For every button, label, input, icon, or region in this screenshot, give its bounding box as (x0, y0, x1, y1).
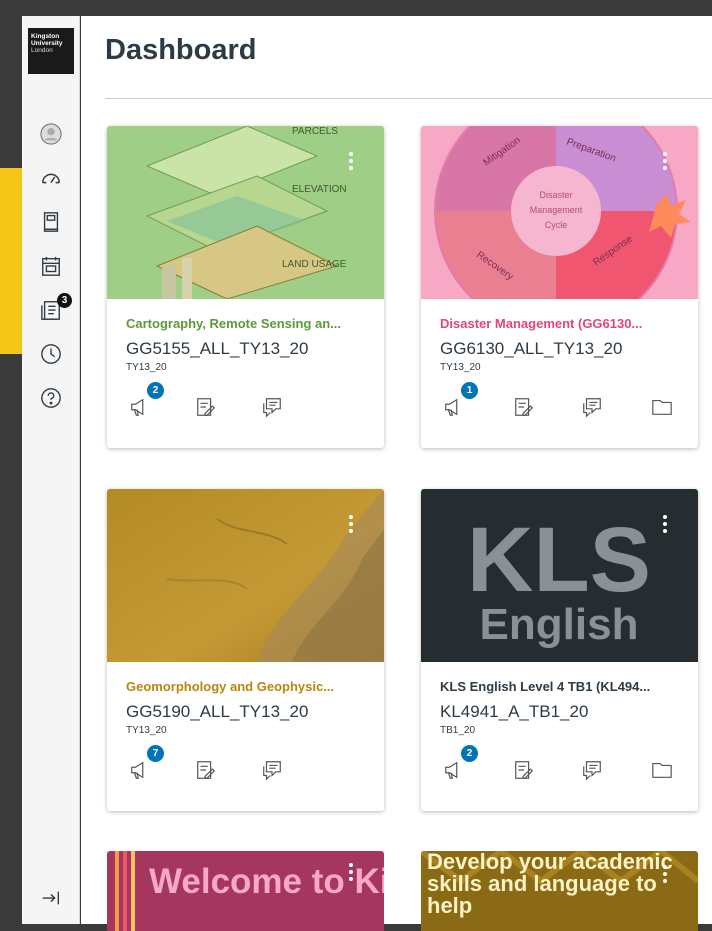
svg-text:PARCELS: PARCELS (292, 126, 338, 137)
global-nav: Kingston University London 3 (22, 16, 80, 924)
app-frame: Kingston University London 3 Dashboard P… (0, 0, 712, 931)
assignments-icon[interactable] (513, 759, 537, 783)
course-term: TY13_20 (126, 725, 167, 736)
card-options-icon[interactable] (662, 865, 668, 886)
course-code: GG6130_ALL_TY13_20 (440, 339, 623, 358)
course-code: KL4941_A_TB1_20 (440, 702, 589, 721)
course-card-image[interactable]: Disaster Management Cycle Mitigation Pre… (421, 126, 698, 299)
course-term: TY13_20 (440, 362, 481, 373)
course-card[interactable]: Disaster Management Cycle Mitigation Pre… (421, 126, 698, 448)
course-term: TY13_20 (126, 362, 167, 373)
svg-text:Disaster: Disaster (539, 190, 572, 200)
assignments-icon[interactable] (195, 759, 219, 783)
files-icon[interactable] (651, 759, 675, 783)
account-icon[interactable] (22, 114, 80, 154)
course-title[interactable]: Cartography, Remote Sensing an... (126, 316, 371, 331)
course-card-image[interactable]: KLS English (421, 489, 698, 662)
discussions-icon[interactable] (581, 396, 605, 420)
svg-text:KLS: KLS (467, 509, 651, 611)
course-term: TB1_20 (440, 725, 476, 736)
inbox-badge: 3 (57, 293, 72, 308)
help-icon[interactable] (22, 378, 80, 418)
courses-icon[interactable] (22, 202, 80, 242)
course-title[interactable]: KLS English Level 4 TB1 (KL494... (440, 679, 685, 694)
course-card[interactable]: KLS English KLS English Level 4 TB1 (KL4… (421, 489, 698, 811)
discussions-icon[interactable] (581, 759, 605, 783)
announcements-icon[interactable] (443, 396, 467, 420)
course-card-image[interactable]: PARCELS ELEVATION LAND USAGE (107, 126, 384, 299)
discussions-icon[interactable] (261, 759, 285, 783)
calendar-icon[interactable] (22, 246, 80, 286)
course-code: GG5190_ALL_TY13_20 (126, 702, 309, 721)
svg-text:ELEVATION: ELEVATION (292, 184, 347, 195)
card-options-icon[interactable] (348, 863, 354, 884)
files-icon[interactable] (651, 396, 675, 420)
svg-text:Management: Management (530, 205, 583, 215)
course-title[interactable]: Disaster Management (GG6130... (440, 316, 685, 331)
card-options-icon[interactable] (348, 152, 354, 173)
discussions-icon[interactable] (261, 396, 285, 420)
announcements-icon[interactable] (129, 396, 153, 420)
course-card-partial[interactable]: Develop your academic skills and languag… (421, 851, 698, 931)
svg-text:LAND USAGE: LAND USAGE (282, 259, 347, 270)
active-indicator (0, 168, 22, 354)
assignments-icon[interactable] (195, 396, 219, 420)
dashboard-main: Dashboard PARCELS ELEVATION LAND USAGE C… (81, 16, 712, 931)
assignments-icon[interactable] (513, 396, 537, 420)
course-card[interactable]: Geomorphology and Geophysic... GG5190_AL… (107, 489, 384, 811)
svg-text:Cycle: Cycle (545, 220, 568, 230)
course-title[interactable]: Geomorphology and Geophysic... (126, 679, 371, 694)
divider (105, 98, 712, 99)
svg-text:English: English (480, 600, 639, 649)
card-options-icon[interactable] (662, 515, 668, 536)
course-card-partial[interactable]: Welcome to Kingston (107, 851, 384, 931)
card-options-icon[interactable] (662, 152, 668, 173)
history-icon[interactable] (22, 334, 80, 374)
collapse-icon[interactable] (22, 878, 80, 918)
dashboard-icon[interactable] (22, 158, 80, 198)
announcements-icon[interactable] (443, 759, 467, 783)
course-code: GG5155_ALL_TY13_20 (126, 339, 309, 358)
course-card-image[interactable] (107, 489, 384, 662)
card-options-icon[interactable] (348, 515, 354, 536)
inbox-icon[interactable]: 3 (22, 290, 80, 330)
course-card[interactable]: PARCELS ELEVATION LAND USAGE Cartography… (107, 126, 384, 448)
announcements-icon[interactable] (129, 759, 153, 783)
page-title: Dashboard (105, 34, 257, 66)
university-logo[interactable]: Kingston University London (28, 28, 74, 74)
